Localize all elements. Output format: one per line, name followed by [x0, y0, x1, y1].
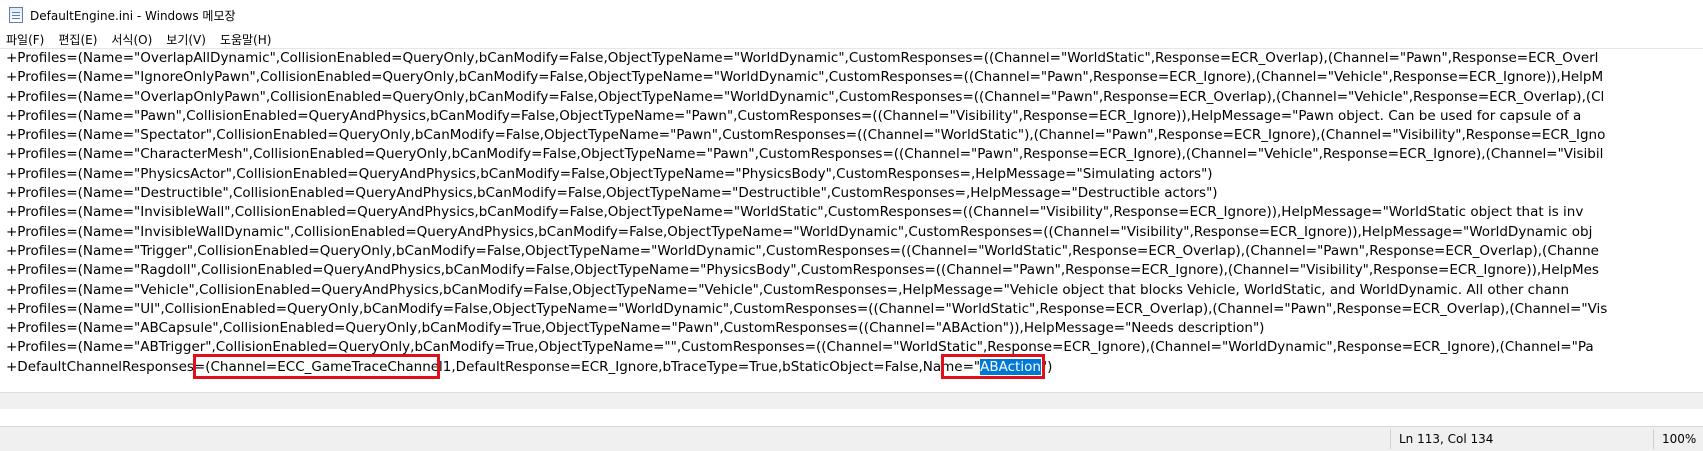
menu-view[interactable]: 보기(V)	[160, 31, 214, 48]
status-divider	[1390, 429, 1391, 449]
cursor-position: Ln 113, Col 134	[1399, 432, 1494, 446]
text-line: +Profiles=(Name="ABCapsule",CollisionEna…	[6, 320, 1265, 337]
menu-help[interactable]: 도움말(H)	[214, 31, 280, 48]
text-line: +Profiles=(Name="Trigger",CollisionEnabl…	[6, 242, 1599, 259]
text-line: +Profiles=(Name="OverlapOnlyPawn",Collis…	[6, 88, 1605, 105]
menu-bar: 파일(F) 편집(E) 서식(O) 보기(V) 도움말(H)	[0, 30, 1703, 48]
status-bar: Ln 113, Col 134 100%	[0, 426, 1703, 451]
status-divider	[1653, 429, 1654, 449]
last-line-tail: ")	[1040, 358, 1053, 375]
selected-text: ABAction	[980, 358, 1041, 375]
text-line: +Profiles=(Name="Spectator",CollisionEna…	[6, 127, 1606, 144]
text-line: +Profiles=(Name="Pawn",CollisionEnabled=…	[6, 107, 1582, 124]
zoom-level: 100%	[1662, 432, 1697, 446]
text-line: +Profiles=(Name="UI",CollisionEnabled=Qu…	[6, 300, 1608, 317]
text-line-last: +DefaultChannelResponses=(Channel=ECC_Ga…	[6, 358, 1607, 377]
title-bar: DefaultEngine.ini - Windows 메모장	[0, 0, 1703, 30]
text-line: +Profiles=(Name="InvisibleWallDynamic",C…	[6, 223, 1593, 240]
menu-file[interactable]: 파일(F)	[0, 31, 52, 48]
text-line: +Profiles=(Name="CharacterMesh",Collisio…	[6, 146, 1604, 163]
text-line: +Profiles=(Name="IgnoreOnlyPawn",Collisi…	[6, 69, 1604, 86]
text-line: +Profiles=(Name="PhysicsActor",Collision…	[6, 165, 1213, 182]
text-editor[interactable]: +Profiles=(Name="OverlapAllDynamic",Coll…	[0, 48, 1703, 392]
last-line-text: +DefaultChannelResponses=(Channel=ECC_Ga…	[6, 358, 981, 375]
menu-format[interactable]: 서식(O)	[105, 31, 160, 48]
menu-edit[interactable]: 편집(E)	[52, 31, 105, 48]
text-line: +Profiles=(Name="OverlapAllDynamic",Coll…	[6, 50, 1599, 66]
text-line: +Profiles=(Name="InvisibleWall",Collisio…	[6, 204, 1584, 221]
text-line: +Profiles=(Name="ABTrigger",CollisionEna…	[6, 339, 1594, 356]
text-lines: +Profiles=(Name="OverlapAllDynamic",Coll…	[6, 49, 1607, 377]
window-title: DefaultEngine.ini - Windows 메모장	[30, 8, 236, 23]
horizontal-scrollbar[interactable]	[0, 392, 1703, 409]
text-line: +Profiles=(Name="Destructible",Collision…	[6, 185, 1218, 202]
text-line: +Profiles=(Name="Ragdoll",CollisionEnabl…	[6, 262, 1599, 279]
text-line: +Profiles=(Name="Vehicle",CollisionEnabl…	[6, 281, 1570, 298]
notepad-icon	[9, 7, 23, 23]
